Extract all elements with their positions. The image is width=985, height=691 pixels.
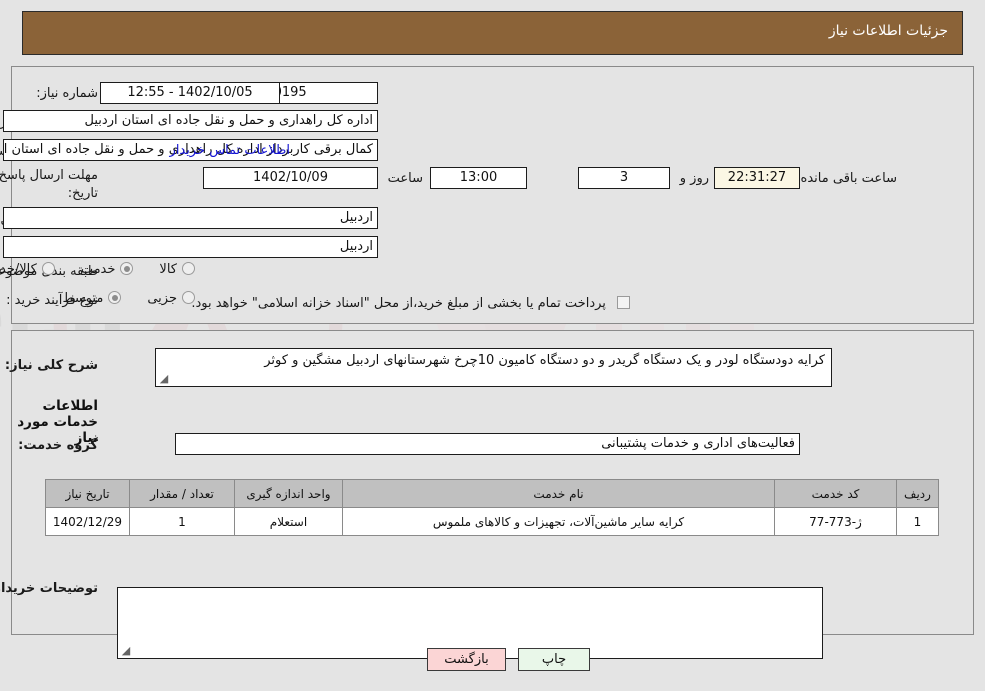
table-col-header-0: ردیف: [896, 479, 939, 508]
print-button[interactable]: چاپ: [518, 648, 590, 671]
purchase-process-label-0: جزیی: [147, 291, 177, 306]
need-summary-textarea[interactable]: کرایه دودستگاه لودر و یک دستگاه گریدر و …: [155, 348, 832, 387]
subject-category-radio-0[interactable]: [182, 262, 195, 275]
need-summary-label: شرح کلی نیاز:: [4, 358, 98, 373]
service-items-table: ردیف کد خدمت نام خدمت واحد اندازه گیری تعداد…: [45, 479, 939, 536]
deadline-label-line1: مهلت ارسال پاسخ: تا: [0, 168, 98, 183]
subject-category-option-1[interactable]: خدمت: [81, 262, 134, 277]
buyer-org-field: اداره کل راهداری و حمل و نقل جاده ای است…: [3, 110, 378, 132]
need-info-panel: [11, 66, 974, 324]
table-cell-unit: استعلام: [234, 507, 343, 536]
need-number-label: شماره نیاز:: [36, 86, 98, 101]
table-cell-qty: 1: [129, 507, 235, 536]
subject-category-label-1: خدمت: [80, 262, 116, 277]
subject-category-label-0: کالا: [159, 262, 177, 277]
deadline-hour-field: 13:00: [430, 167, 527, 189]
window-title-bar: جزئیات اطلاعات نیاز: [22, 11, 963, 55]
countdown-field: 22:31:27: [714, 167, 800, 189]
remaining-days-field: 3: [578, 167, 670, 189]
table-cell-name: کرایه سایر ماشین‌آلات، تجهیزات و کالاهای…: [342, 507, 775, 536]
treasury-checkbox[interactable]: [617, 296, 630, 309]
table-col-header-5: تاریخ نیاز: [45, 479, 130, 508]
purchase-process-label-1: متوسط: [62, 291, 104, 306]
back-button[interactable]: بازگشت: [427, 648, 506, 671]
resize-grip-icon-2[interactable]: ◢: [120, 645, 132, 657]
delivery-province-field: اردبیل: [3, 207, 378, 229]
table-col-header-3: واحد اندازه گیری: [234, 479, 343, 508]
treasury-checkbox-label: پرداخت تمام یا بخشی از مبلغ خرید،از محل …: [191, 296, 606, 311]
page-title: جزئیات اطلاعات نیاز: [828, 23, 948, 39]
subject-category-label-2: کالا/خدمت: [0, 262, 37, 277]
page-root: AriaTender.ir جزئیات اطلاعات نیاز شماره …: [0, 0, 985, 691]
subject-category-radio-1[interactable]: [120, 262, 134, 275]
remaining-days-unit-label: روز و: [679, 171, 709, 186]
need-summary-text: کرایه دودستگاه لودر و یک دستگاه گریدر و …: [264, 353, 825, 368]
subject-category-radio-group[interactable]: کالا خدمت کالا/خدمت: [0, 262, 195, 277]
buyer-contact-link[interactable]: اطلاعات تماس خریدار: [170, 143, 290, 158]
table-cell-code: ژ-773-77: [774, 507, 897, 536]
subject-category-option-0[interactable]: کالا: [159, 262, 195, 277]
purchase-process-radio-1[interactable]: [108, 291, 122, 304]
table-row: 1 ژ-773-77 کرایه سایر ماشین‌آلات، تجهیزات …: [45, 507, 939, 536]
purchase-process-option-1[interactable]: متوسط: [62, 291, 122, 306]
table-cell-date: 1402/12/29: [45, 507, 130, 536]
purchase-process-option-0[interactable]: جزیی: [147, 291, 195, 306]
subject-category-radio-2[interactable]: [41, 262, 55, 275]
resize-grip-icon[interactable]: ◢: [158, 373, 170, 385]
service-group-label: گروه خدمت:: [18, 438, 98, 453]
buyer-notes-label: توضیحات خریدار:: [0, 581, 98, 596]
table-col-header-1: کد خدمت: [774, 479, 897, 508]
subject-category-option-2[interactable]: کالا/خدمت: [0, 262, 55, 277]
announce-datetime-field: 1402/10/05 - 12:55: [100, 82, 280, 104]
deadline-label-line2: تاریخ:: [67, 186, 98, 201]
deadline-date-field: 1402/10/09: [203, 167, 378, 189]
service-group-field: فعالیت‌های اداری و خدمات پشتیبانی: [175, 433, 800, 455]
purchase-process-radio-group[interactable]: جزیی متوسط: [36, 291, 195, 306]
deadline-hour-label: ساعت: [387, 171, 423, 186]
countdown-label: ساعت باقی مانده: [800, 171, 897, 186]
table-col-header-4: تعداد / مقدار: [129, 479, 235, 508]
treasury-checkbox-wrap[interactable]: پرداخت تمام یا بخشی از مبلغ خرید،از محل …: [191, 292, 630, 312]
table-header-row: ردیف کد خدمت نام خدمت واحد اندازه گیری تعداد…: [45, 479, 939, 508]
table-cell-row: 1: [896, 507, 939, 536]
delivery-city-field: اردبیل: [3, 236, 378, 258]
table-col-header-2: نام خدمت: [342, 479, 775, 508]
